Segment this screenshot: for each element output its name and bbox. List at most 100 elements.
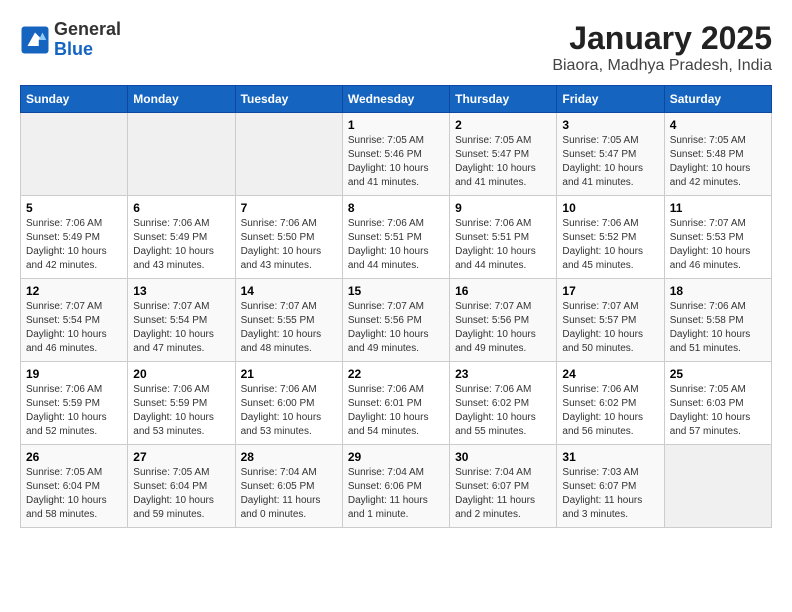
calendar-cell: 23 Sunrise: 7:06 AM Sunset: 6:02 PM Dayli…	[450, 362, 557, 445]
day-number: 4	[670, 118, 766, 132]
day-info: Sunrise: 7:06 AM Sunset: 5:50 PM Dayligh…	[241, 217, 337, 273]
day-number: 15	[348, 284, 444, 298]
logo-text: General Blue	[54, 20, 121, 60]
day-number: 24	[562, 367, 658, 381]
calendar-cell	[664, 445, 771, 528]
day-number: 22	[348, 367, 444, 381]
calendar-cell: 2Sunrise: 7:05 AM Sunset: 5:47 PM Daylig…	[450, 113, 557, 196]
calendar-cell: 11 Sunrise: 7:07 AM Sunset: 5:53 PM Dayli…	[664, 196, 771, 279]
calendar-week-row: 19 Sunrise: 7:06 AM Sunset: 5:59 PM Dayli…	[21, 362, 772, 445]
day-info: Sunrise: 7:07 AM Sunset: 5:57 PM Dayligh…	[562, 300, 658, 356]
day-number: 21	[241, 367, 337, 381]
day-info: Sunrise: 7:07 AM Sunset: 5:55 PM Dayligh…	[241, 300, 337, 356]
day-number: 7	[241, 201, 337, 215]
header-wednesday: Wednesday	[342, 86, 449, 113]
day-info: Sunrise: 7:03 AM Sunset: 6:07 PM Dayligh…	[562, 466, 658, 522]
calendar-week-row: 12 Sunrise: 7:07 AM Sunset: 5:54 PM Dayli…	[21, 279, 772, 362]
calendar-cell: 14 Sunrise: 7:07 AM Sunset: 5:55 PM Dayli…	[235, 279, 342, 362]
calendar-cell	[235, 113, 342, 196]
logo-blue: Blue	[54, 40, 121, 60]
day-info: Sunrise: 7:05 AM Sunset: 5:46 PM Dayligh…	[348, 134, 444, 190]
day-info: Sunrise: 7:05 AM Sunset: 5:48 PM Dayligh…	[670, 134, 766, 190]
day-info: Sunrise: 7:07 AM Sunset: 5:54 PM Dayligh…	[133, 300, 229, 356]
calendar-cell: 19 Sunrise: 7:06 AM Sunset: 5:59 PM Dayli…	[21, 362, 128, 445]
day-number: 18	[670, 284, 766, 298]
calendar-cell: 20 Sunrise: 7:06 AM Sunset: 5:59 PM Dayli…	[128, 362, 235, 445]
calendar-cell: 17 Sunrise: 7:07 AM Sunset: 5:57 PM Dayli…	[557, 279, 664, 362]
day-number: 9	[455, 201, 551, 215]
calendar-cell: 31 Sunrise: 7:03 AM Sunset: 6:07 PM Dayli…	[557, 445, 664, 528]
day-number: 16	[455, 284, 551, 298]
day-number: 29	[348, 450, 444, 464]
calendar-cell: 12 Sunrise: 7:07 AM Sunset: 5:54 PM Dayli…	[21, 279, 128, 362]
day-number: 6	[133, 201, 229, 215]
calendar-cell: 5 Sunrise: 7:06 AM Sunset: 5:49 PM Daylig…	[21, 196, 128, 279]
calendar-cell: 9Sunrise: 7:06 AM Sunset: 5:51 PM Daylig…	[450, 196, 557, 279]
calendar-cell: 25Sunrise: 7:05 AM Sunset: 6:03 PM Dayli…	[664, 362, 771, 445]
day-number: 8	[348, 201, 444, 215]
calendar-title: January 2025	[552, 20, 772, 57]
title-block: January 2025 Biaora, Madhya Pradesh, Ind…	[552, 20, 772, 75]
day-number: 17	[562, 284, 658, 298]
calendar-cell: 10 Sunrise: 7:06 AM Sunset: 5:52 PM Dayli…	[557, 196, 664, 279]
page-header: General Blue January 2025 Biaora, Madhya…	[20, 20, 772, 75]
day-number: 30	[455, 450, 551, 464]
day-number: 5	[26, 201, 122, 215]
day-info: Sunrise: 7:04 AM Sunset: 6:05 PM Dayligh…	[241, 466, 337, 522]
day-info: Sunrise: 7:06 AM Sunset: 6:02 PM Dayligh…	[455, 383, 551, 439]
calendar-cell	[21, 113, 128, 196]
calendar-cell: 26Sunrise: 7:05 AM Sunset: 6:04 PM Dayli…	[21, 445, 128, 528]
calendar-cell: 27Sunrise: 7:05 AM Sunset: 6:04 PM Dayli…	[128, 445, 235, 528]
day-number: 3	[562, 118, 658, 132]
calendar-cell: 6 Sunrise: 7:06 AM Sunset: 5:49 PM Daylig…	[128, 196, 235, 279]
day-info: Sunrise: 7:07 AM Sunset: 5:56 PM Dayligh…	[348, 300, 444, 356]
day-info: Sunrise: 7:04 AM Sunset: 6:06 PM Dayligh…	[348, 466, 444, 522]
calendar-cell: 24Sunrise: 7:06 AM Sunset: 6:02 PM Dayli…	[557, 362, 664, 445]
calendar-cell: 15 Sunrise: 7:07 AM Sunset: 5:56 PM Dayli…	[342, 279, 449, 362]
day-number: 19	[26, 367, 122, 381]
day-info: Sunrise: 7:06 AM Sunset: 6:00 PM Dayligh…	[241, 383, 337, 439]
day-info: Sunrise: 7:06 AM Sunset: 5:51 PM Dayligh…	[348, 217, 444, 273]
calendar-cell: 18 Sunrise: 7:06 AM Sunset: 5:58 PM Dayli…	[664, 279, 771, 362]
day-info: Sunrise: 7:06 AM Sunset: 5:59 PM Dayligh…	[133, 383, 229, 439]
day-info: Sunrise: 7:06 AM Sunset: 5:52 PM Dayligh…	[562, 217, 658, 273]
day-info: Sunrise: 7:05 AM Sunset: 5:47 PM Dayligh…	[562, 134, 658, 190]
day-info: Sunrise: 7:05 AM Sunset: 5:47 PM Dayligh…	[455, 134, 551, 190]
day-number: 14	[241, 284, 337, 298]
calendar-cell: 8 Sunrise: 7:06 AM Sunset: 5:51 PM Daylig…	[342, 196, 449, 279]
day-number: 11	[670, 201, 766, 215]
day-number: 10	[562, 201, 658, 215]
day-info: Sunrise: 7:07 AM Sunset: 5:54 PM Dayligh…	[26, 300, 122, 356]
calendar-cell: 28 Sunrise: 7:04 AM Sunset: 6:05 PM Dayli…	[235, 445, 342, 528]
calendar-table: SundayMondayTuesdayWednesdayThursdayFrid…	[20, 85, 772, 528]
calendar-cell: 4 Sunrise: 7:05 AM Sunset: 5:48 PM Daylig…	[664, 113, 771, 196]
day-number: 13	[133, 284, 229, 298]
day-number: 28	[241, 450, 337, 464]
calendar-week-row: 5 Sunrise: 7:06 AM Sunset: 5:49 PM Daylig…	[21, 196, 772, 279]
day-number: 27	[133, 450, 229, 464]
day-info: Sunrise: 7:06 AM Sunset: 5:58 PM Dayligh…	[670, 300, 766, 356]
header-sunday: Sunday	[21, 86, 128, 113]
day-info: Sunrise: 7:06 AM Sunset: 5:49 PM Dayligh…	[133, 217, 229, 273]
day-info: Sunrise: 7:07 AM Sunset: 5:56 PM Dayligh…	[455, 300, 551, 356]
logo-icon	[20, 25, 50, 55]
calendar-subtitle: Biaora, Madhya Pradesh, India	[552, 57, 772, 75]
day-number: 25	[670, 367, 766, 381]
calendar-cell: 22Sunrise: 7:06 AM Sunset: 6:01 PM Dayli…	[342, 362, 449, 445]
day-number: 12	[26, 284, 122, 298]
day-info: Sunrise: 7:04 AM Sunset: 6:07 PM Dayligh…	[455, 466, 551, 522]
day-number: 1	[348, 118, 444, 132]
day-info: Sunrise: 7:06 AM Sunset: 5:49 PM Dayligh…	[26, 217, 122, 273]
day-number: 23	[455, 367, 551, 381]
logo-general: General	[54, 20, 121, 40]
calendar-cell: 21 Sunrise: 7:06 AM Sunset: 6:00 PM Dayli…	[235, 362, 342, 445]
calendar-header-row: SundayMondayTuesdayWednesdayThursdayFrid…	[21, 86, 772, 113]
header-tuesday: Tuesday	[235, 86, 342, 113]
calendar-cell: 3 Sunrise: 7:05 AM Sunset: 5:47 PM Daylig…	[557, 113, 664, 196]
header-saturday: Saturday	[664, 86, 771, 113]
day-info: Sunrise: 7:07 AM Sunset: 5:53 PM Dayligh…	[670, 217, 766, 273]
calendar-cell: 7 Sunrise: 7:06 AM Sunset: 5:50 PM Daylig…	[235, 196, 342, 279]
day-info: Sunrise: 7:06 AM Sunset: 5:59 PM Dayligh…	[26, 383, 122, 439]
day-number: 31	[562, 450, 658, 464]
day-number: 20	[133, 367, 229, 381]
